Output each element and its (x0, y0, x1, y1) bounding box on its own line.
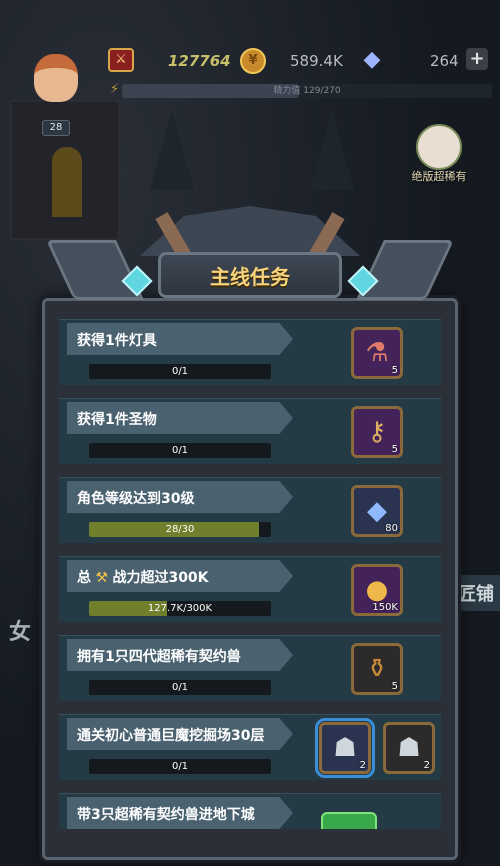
task-title-text: 获得1件灯具 (77, 333, 157, 349)
wrench-icon: ⚒ (91, 570, 113, 586)
list-fade (45, 831, 455, 857)
event-character-icon (416, 124, 462, 170)
event-label: 绝版超稀有 (411, 170, 467, 183)
task-progress-bar: 127.7K/300K (89, 601, 271, 616)
task-row[interactable]: 拥有1只四代超稀有契约兽 0/1 ⚱ 5 (59, 635, 441, 701)
reward-item[interactable]: ☗ 2 (383, 722, 435, 774)
gem-icon: ◆ (363, 47, 381, 72)
task-progress-text: 0/1 (171, 366, 189, 377)
reward-count: 80 (385, 523, 398, 534)
task-progress-bar: 0/1 (89, 443, 271, 458)
task-title-text: 带3只超稀有契约兽进地下城 (77, 807, 255, 823)
beast-card-icon: ☗ (333, 733, 357, 763)
task-row[interactable]: 角色等级达到30级 28/30 ◆ 80 (59, 477, 441, 543)
reward-item[interactable]: ⚗ 5 (351, 327, 403, 379)
crest-wing-right (356, 240, 454, 300)
task-title-suffix: 战力超过300K (112, 570, 209, 586)
panel-title-plate: 主线任务 (158, 252, 342, 298)
spire (310, 110, 354, 190)
task-title: 总 ⚒ 战力超过300K (77, 567, 209, 587)
beast-card-icon: ☗ (397, 733, 421, 763)
task-title-text: 拥有1只四代超稀有契约兽 (77, 649, 241, 665)
task-row[interactable]: 获得1件灯具 0/1 ⚗ 5 (59, 319, 441, 385)
reward-item[interactable]: ☗ 2 (315, 718, 375, 778)
gem-amount: 264 (430, 52, 459, 70)
key-icon: ⚷ (367, 417, 387, 447)
combat-power-value: 127764 (168, 52, 231, 70)
reward-count: 5 (391, 365, 398, 376)
limited-event-button[interactable]: 绝版超稀有 (404, 118, 474, 198)
claim-reward-button[interactable] (321, 812, 377, 829)
energy-icon: ⚡ (110, 82, 120, 97)
task-row[interactable]: 总 ⚒ 战力超过300K 127.7K/300K ● 150K (59, 556, 441, 622)
player-level-badge: 28 (42, 120, 70, 136)
panel-title: 主线任务 (210, 264, 290, 289)
add-gems-button[interactable]: + (466, 48, 488, 70)
task-title-text: 通关初心普通巨魔挖掘场30层 (77, 728, 265, 744)
reward-count: 2 (423, 760, 430, 771)
task-row[interactable]: 带3只超稀有契约兽进地下城 (59, 793, 441, 829)
task-progress-text: 0/1 (171, 761, 189, 772)
player-avatar[interactable]: 28 (28, 50, 84, 136)
energy-bar: 精力值 129/270 (122, 84, 492, 98)
spire (150, 110, 194, 190)
task-title: 获得1件灯具 (77, 330, 157, 350)
task-row[interactable]: 通关初心普通巨魔挖掘场30层 0/1 ☗ 2 ☗ 2 (59, 714, 441, 780)
energy-text: 精力值 129/270 (273, 86, 341, 96)
shop-side-label[interactable]: 匠铺 (452, 575, 500, 611)
side-building-label: 女 (8, 620, 31, 645)
task-progress-bar: 0/1 (89, 364, 271, 379)
reward-item[interactable]: ◆ 80 (351, 485, 403, 537)
task-progress-bar: 0/1 (89, 759, 271, 774)
reward-count: 2 (359, 760, 366, 771)
task-progress-bar: 28/30 (89, 522, 271, 537)
task-title-text: 获得1件圣物 (77, 412, 157, 428)
task-title: 获得1件圣物 (77, 409, 157, 429)
avatar-face (34, 54, 78, 102)
task-progress-bar: 0/1 (89, 680, 271, 695)
task-list[interactable]: 获得1件灯具 0/1 ⚗ 5 获得1件圣物 0/1 ⚷ 5 角色等级达到30级 28/30 ◆ 80 总… (59, 319, 441, 829)
task-title: 通关初心普通巨魔挖掘场30层 (77, 725, 264, 745)
gold-coin-icon: ¥ (240, 48, 266, 74)
crest-wing-left (46, 240, 144, 300)
gold-amount: 589.4K (290, 52, 343, 70)
task-title: 拥有1只四代超稀有契约兽 (77, 646, 241, 666)
task-progress-text: 127.7K/300K (147, 603, 213, 614)
task-progress-text: 0/1 (171, 445, 189, 456)
potion-icon: ⚗ (365, 338, 389, 368)
task-title-text: 角色等级达到30级 (77, 491, 195, 507)
gold-coin-icon: ● (365, 575, 389, 605)
task-title: 角色等级达到30级 (77, 488, 194, 508)
urn-icon: ⚱ (366, 654, 388, 684)
task-progress-text: 0/1 (171, 682, 189, 693)
reward-item[interactable]: ⚷ 5 (351, 406, 403, 458)
task-title: 带3只超稀有契约兽进地下城 (77, 804, 255, 824)
task-progress-text: 28/30 (165, 524, 195, 535)
reward-count: 5 (391, 444, 398, 455)
crystal-icon: ◆ (367, 496, 387, 526)
main-quest-panel: 获得1件灯具 0/1 ⚗ 5 获得1件圣物 0/1 ⚷ 5 角色等级达到30级 28/30 ◆ 80 总… (42, 298, 458, 860)
task-title-prefix: 总 (77, 570, 91, 586)
combat-power-icon: ⚔ (108, 48, 134, 72)
reward-count: 150K (372, 602, 398, 613)
task-row[interactable]: 获得1件圣物 0/1 ⚷ 5 (59, 398, 441, 464)
reward-count: 5 (391, 681, 398, 692)
reward-item[interactable]: ● 150K (351, 564, 403, 616)
reward-item[interactable]: ⚱ 5 (351, 643, 403, 695)
